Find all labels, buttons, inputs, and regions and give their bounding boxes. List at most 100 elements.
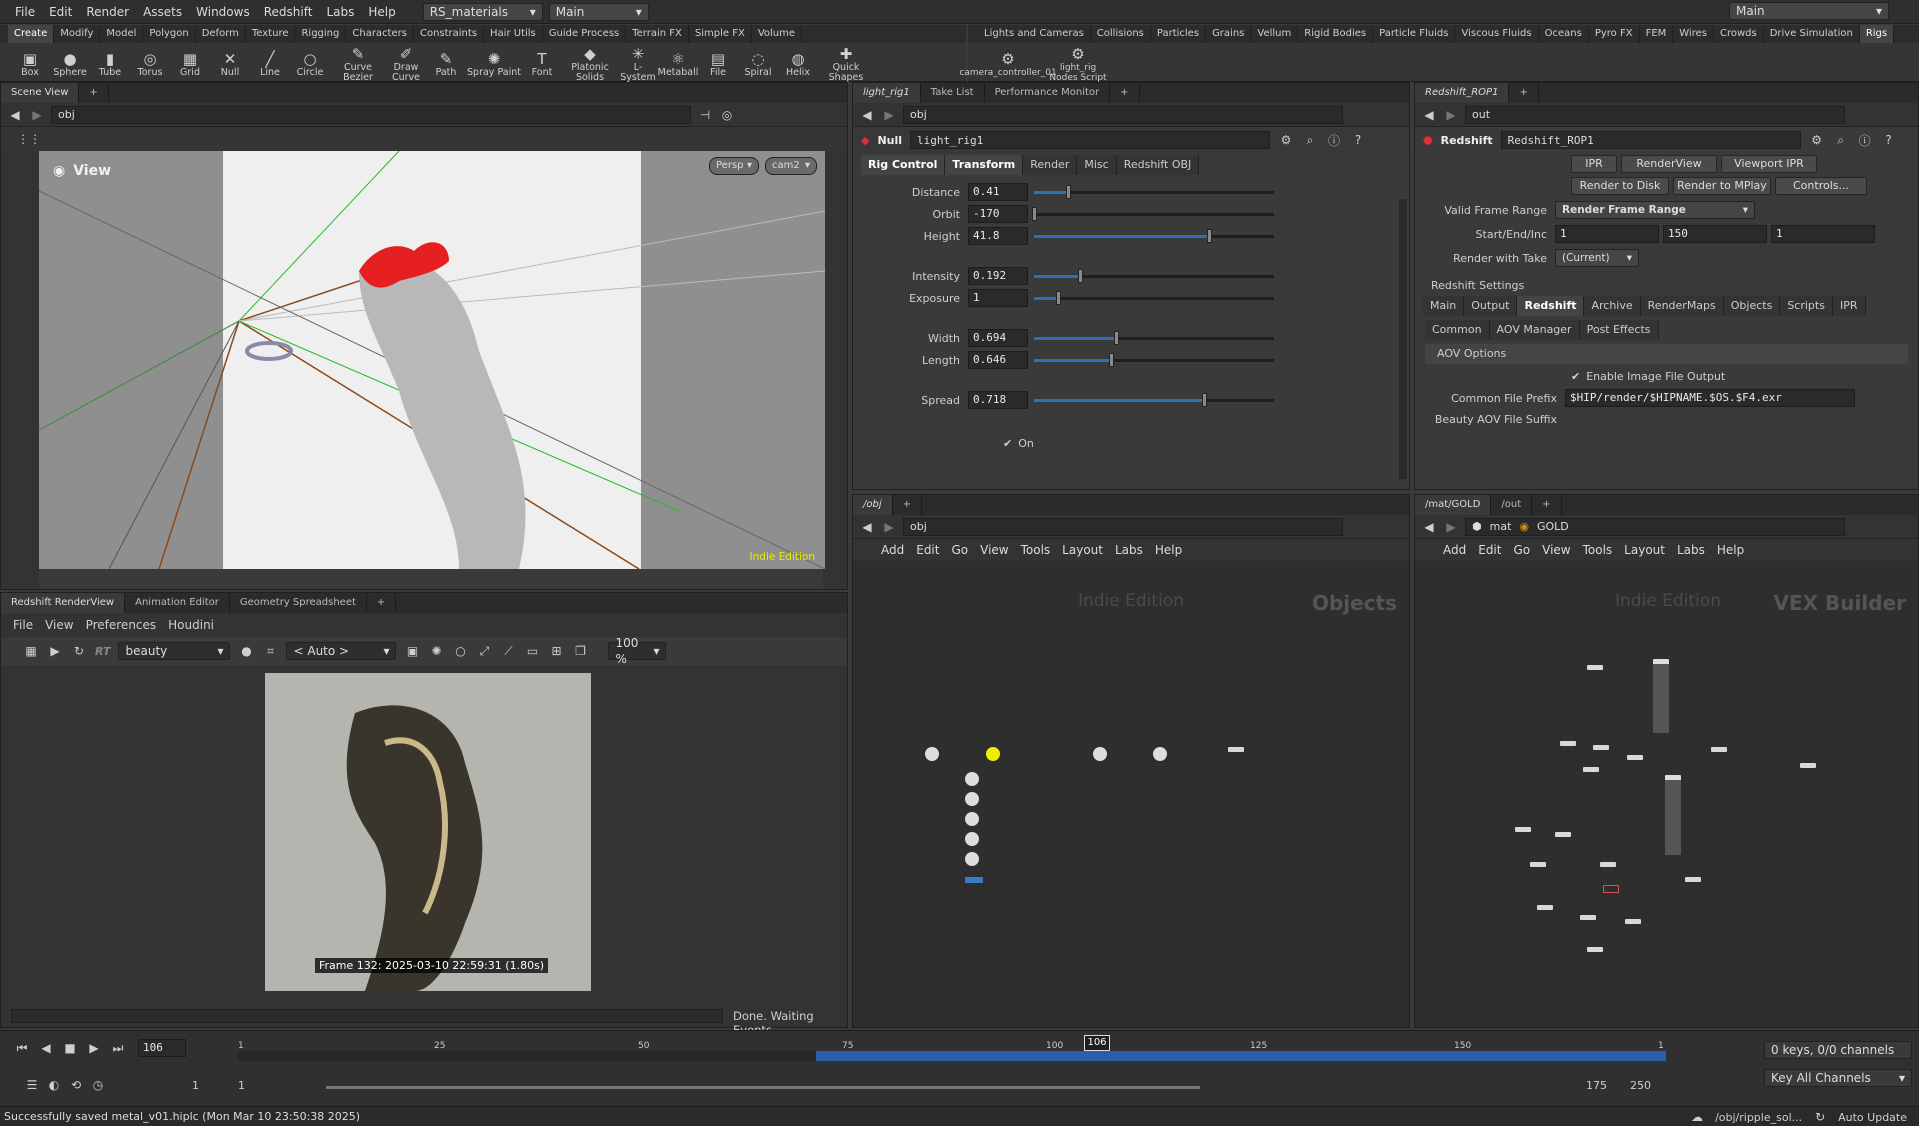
camera-dropdown[interactable]: cam2 ▾ [765, 157, 817, 175]
gear-icon[interactable]: ⚙ [1809, 132, 1825, 148]
rop-tab-redshift[interactable]: Redshift [1517, 296, 1585, 316]
zoom-dropdown[interactable]: 100 % ▾ [608, 636, 667, 666]
shelf-tab-terrain-fx[interactable]: Terrain FX [626, 25, 689, 43]
forward-arrow-icon[interactable]: ▶ [1443, 519, 1459, 535]
shelf-tab-rigs[interactable]: Rigs [1859, 25, 1895, 43]
auto-dropdown[interactable]: < Auto > ▾ [286, 642, 397, 660]
parm-field-spread[interactable]: 0.718 [968, 391, 1028, 409]
tool-spiral[interactable]: ◌ Spiral [738, 47, 778, 78]
menu-edit[interactable]: Edit [42, 0, 79, 24]
network-node[interactable] [965, 792, 979, 806]
tool-box[interactable]: ▣ Box [10, 47, 50, 78]
rop-subtab-aov-manager[interactable]: AOV Manager [1489, 320, 1580, 340]
tool-null[interactable]: ✕ Null [210, 47, 250, 78]
parm-slider-distance[interactable] [1034, 185, 1274, 199]
network-node[interactable] [965, 772, 979, 786]
mat-menu-edit[interactable]: Edit [1478, 543, 1501, 557]
shelf-tab-hair-utils[interactable]: Hair Utils [484, 25, 543, 43]
shelf-tab-lights-and-cameras[interactable]: Lights and Cameras [978, 25, 1091, 43]
network-node[interactable] [1153, 747, 1167, 761]
shelf-tab-rigging[interactable]: Rigging [295, 25, 347, 43]
menu-icon[interactable]: ☰ [24, 1077, 40, 1093]
viewport-canvas[interactable]: ◉ View Persp ▾ cam2 ▾ Indie Edition [39, 151, 825, 569]
tool-light-rig-nodes-script[interactable]: ⚙ light_rig Nodes Script [1048, 42, 1108, 83]
rop-path-field[interactable]: out [1465, 105, 1845, 124]
parm-slider-spread[interactable] [1034, 393, 1274, 407]
add-tab-icon[interactable]: + [1532, 495, 1562, 515]
network-node[interactable] [1653, 659, 1669, 733]
subtab-misc[interactable]: Misc [1077, 155, 1117, 175]
take-dropdown[interactable]: (Current) ▾ [1555, 249, 1639, 267]
network-node[interactable] [1603, 885, 1619, 893]
network-node[interactable] [1555, 832, 1571, 837]
back-arrow-icon[interactable]: ◀ [1421, 107, 1437, 123]
obj-menu-go[interactable]: Go [951, 543, 968, 557]
parm-field-intensity[interactable]: 0.192 [968, 267, 1028, 285]
tab-redshift-renderview[interactable]: Redshift RenderView [1, 593, 126, 613]
focus-icon[interactable]: ✺ [428, 643, 444, 659]
renderview-button[interactable]: RenderView [1621, 155, 1717, 173]
slider-knob[interactable] [1056, 291, 1061, 305]
link-icon[interactable]: ◎ [719, 107, 735, 123]
mat-net-path-field[interactable]: ⬢ mat ◉ GOLD [1465, 517, 1845, 536]
obj-menu-tools[interactable]: Tools [1021, 543, 1051, 557]
mat-menu-layout[interactable]: Layout [1624, 543, 1665, 557]
tab-light-rig1[interactable]: light_rig1 [853, 83, 921, 103]
menu-redshift[interactable]: Redshift [257, 0, 320, 24]
shelf-tab-pyro-fx[interactable]: Pyro FX [1589, 25, 1640, 43]
rop-node-name-field[interactable]: Redshift_ROP1 [1500, 131, 1801, 149]
rop-tab-objects[interactable]: Objects [1723, 296, 1781, 316]
rop-tab-ipr[interactable]: IPR [1832, 296, 1866, 316]
network-node[interactable] [1587, 947, 1603, 952]
rop-tab-main[interactable]: Main [1423, 296, 1465, 316]
add-tab-icon[interactable]: + [893, 495, 923, 515]
forward-arrow-icon[interactable]: ▶ [881, 519, 897, 535]
add-box-icon[interactable]: ⊞ [548, 643, 564, 659]
stop-icon[interactable]: ■ [62, 1040, 78, 1056]
tool-grid[interactable]: ▦ Grid [170, 47, 210, 78]
network-node[interactable] [1625, 919, 1641, 924]
end-field[interactable]: 150 [1663, 225, 1767, 243]
inc-field[interactable]: 1 [1771, 225, 1875, 243]
slider-knob[interactable] [1207, 229, 1213, 243]
help-icon[interactable]: ? [1350, 132, 1366, 148]
shelf-tab-modify[interactable]: Modify [54, 25, 101, 43]
tab-performance-monitor[interactable]: Performance Monitor [985, 83, 1111, 103]
network-node[interactable] [1530, 862, 1546, 867]
right-context-dropdown[interactable]: Main ▾ [1729, 2, 1889, 20]
parm-slider-exposure[interactable] [1034, 291, 1274, 305]
copy-icon[interactable]: ❐ [572, 643, 588, 659]
parm-slider-orbit[interactable] [1032, 207, 1274, 221]
tool-line[interactable]: ╱ Line [250, 47, 290, 78]
obj-net-path-field[interactable]: obj [903, 517, 1343, 536]
tool-file[interactable]: ▤ File [698, 47, 738, 78]
add-tab-icon[interactable]: + [79, 83, 109, 103]
tool-platonic-solids[interactable]: ◆ Platonic Solids [562, 42, 618, 83]
tab-scene-view[interactable]: Scene View [1, 83, 80, 103]
slider-knob[interactable] [1077, 269, 1083, 283]
network-node[interactable] [1800, 763, 1816, 768]
shelf-tab-particle-fluids[interactable]: Particle Fluids [1373, 25, 1456, 43]
desktop-dropdown[interactable]: RS_materials ▾ [422, 2, 543, 21]
tab-obj[interactable]: /obj [853, 495, 893, 515]
forward-arrow-icon[interactable]: ▶ [881, 107, 897, 123]
render-to-disk-button[interactable]: Render to Disk [1571, 177, 1669, 195]
parm-field-orbit[interactable]: -170 [968, 205, 1028, 223]
play-icon[interactable]: ▶ [86, 1040, 102, 1056]
subtab-redshift-obj[interactable]: Redshift OBJ [1116, 155, 1200, 175]
rt-icon[interactable]: RT [95, 645, 110, 658]
parm-slider-length[interactable] [1034, 353, 1274, 367]
add-tab-icon[interactable]: + [367, 593, 397, 613]
tool-sphere[interactable]: ● Sphere [50, 47, 90, 78]
keys-display[interactable]: 0 keys, 0/0 channels [1764, 1041, 1912, 1059]
slider-knob[interactable] [1065, 185, 1071, 199]
tool-tube[interactable]: ▮ Tube [90, 47, 130, 78]
wand-icon[interactable]: ⟋ [500, 643, 516, 659]
shelf-tab-vellum[interactable]: Vellum [1251, 25, 1299, 43]
subtab-render[interactable]: Render [1023, 155, 1078, 175]
refresh-icon[interactable]: ↻ [1812, 1109, 1828, 1125]
network-node[interactable] [965, 877, 983, 883]
network-node[interactable] [1560, 741, 1576, 746]
network-node[interactable] [1600, 862, 1616, 867]
timeline-marker[interactable]: 106 [1084, 1035, 1110, 1051]
